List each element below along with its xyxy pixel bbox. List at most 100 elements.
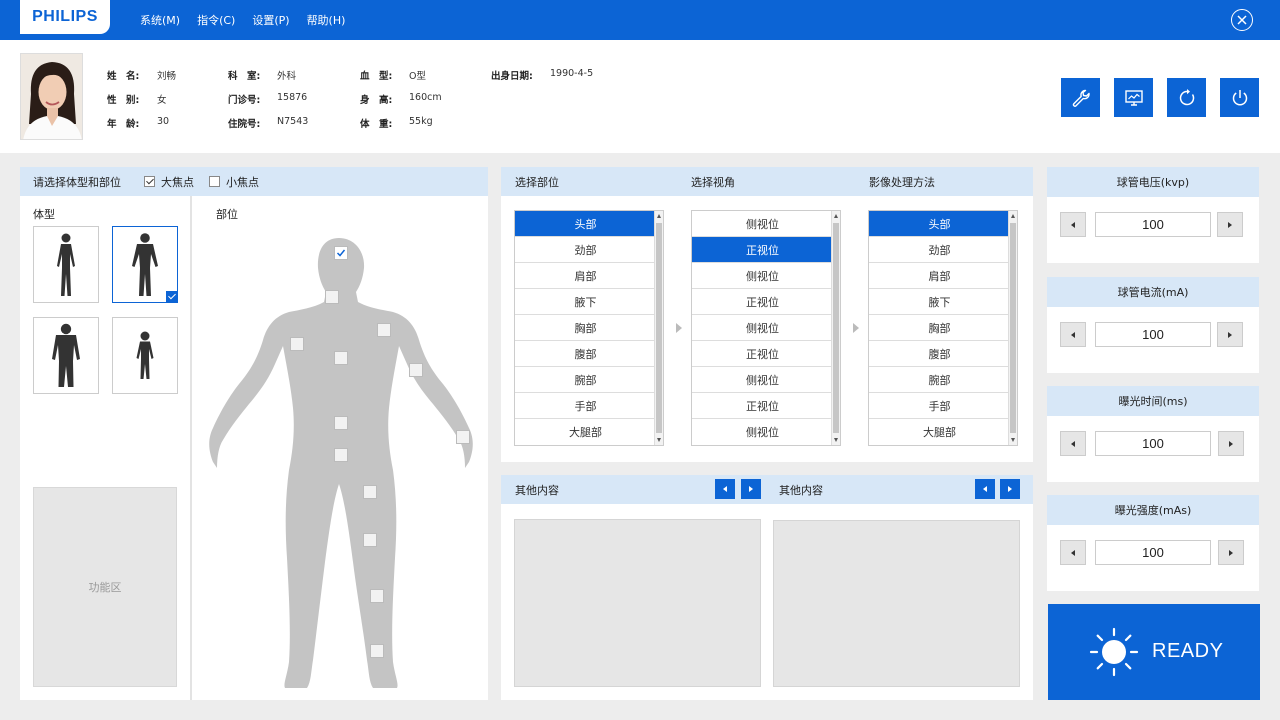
- body-type-child[interactable]: [112, 317, 178, 394]
- increase-button[interactable]: [1218, 431, 1244, 456]
- view-item[interactable]: 正视位: [692, 393, 833, 419]
- method-item[interactable]: 腹部: [869, 341, 1010, 367]
- body-panel-header: 请选择体型和部位 大焦点 小焦点: [20, 167, 488, 196]
- menu-bar: 系统(M) 指令(C) 设置(P) 帮助(H): [140, 0, 345, 40]
- marker-knee[interactable]: [363, 533, 377, 547]
- marker-shin[interactable]: [370, 589, 384, 603]
- ready-button[interactable]: READY: [1048, 604, 1260, 700]
- param-value-input[interactable]: 100: [1095, 540, 1211, 565]
- menu-command[interactable]: 指令(C): [197, 12, 235, 28]
- view-list-scrollbar[interactable]: [831, 211, 840, 445]
- decrease-button[interactable]: [1060, 431, 1086, 456]
- other-left-next-button[interactable]: [741, 479, 761, 499]
- part-item[interactable]: 腹部: [515, 341, 656, 367]
- monitor-button[interactable]: [1114, 78, 1153, 117]
- decrease-button[interactable]: [1060, 540, 1086, 565]
- arrow-right-icon: [1229, 440, 1233, 447]
- arrow-right-icon: [749, 486, 753, 492]
- param-value-input[interactable]: 100: [1095, 322, 1211, 347]
- other-right-next-button[interactable]: [1000, 479, 1020, 499]
- other-left-prev-button[interactable]: [715, 479, 735, 499]
- menu-help[interactable]: 帮助(H): [307, 12, 346, 28]
- marker-neck[interactable]: [325, 290, 339, 304]
- part-item[interactable]: 腋下: [515, 289, 656, 315]
- top-bar: PHILIPS 系统(M) 指令(C) 设置(P) 帮助(H): [0, 0, 1280, 40]
- increase-button[interactable]: [1217, 212, 1243, 237]
- other-content-left: [514, 519, 761, 687]
- method-item[interactable]: 肩部: [869, 263, 1010, 289]
- method-item[interactable]: 劲部: [869, 237, 1010, 263]
- marker-head[interactable]: [334, 246, 348, 260]
- check-icon: [336, 249, 346, 257]
- menu-settings[interactable]: 设置(P): [252, 12, 289, 28]
- decrease-button[interactable]: [1060, 212, 1086, 237]
- large-focus-label: 大焦点: [161, 175, 194, 189]
- part-item[interactable]: 肩部: [515, 263, 656, 289]
- method-item[interactable]: 手部: [869, 393, 1010, 419]
- marker-hand[interactable]: [456, 430, 470, 444]
- small-focus-checkbox[interactable]: [209, 176, 220, 187]
- marker-elbow[interactable]: [409, 363, 423, 377]
- large-focus-checkbox[interactable]: [144, 176, 155, 187]
- method-item[interactable]: 腕部: [869, 367, 1010, 393]
- body-type-label: 体型: [33, 208, 55, 221]
- part-list: 头部 劲部 肩部 腋下 胸部 腹部 腕部 手部 大腿部: [514, 210, 664, 446]
- part-item[interactable]: 头部: [515, 211, 656, 237]
- power-icon: [1232, 89, 1247, 106]
- method-item[interactable]: 头部: [869, 211, 1010, 237]
- marker-chest[interactable]: [334, 351, 348, 365]
- tools-button[interactable]: [1061, 78, 1100, 117]
- athletic-figure-icon: [132, 232, 158, 296]
- close-button[interactable]: [1231, 9, 1253, 31]
- marker-pelvis[interactable]: [334, 448, 348, 462]
- part-item[interactable]: 腕部: [515, 367, 656, 393]
- view-item[interactable]: 侧视位: [692, 263, 833, 289]
- power-button[interactable]: [1220, 78, 1259, 117]
- inpatient-label: 住院号:: [228, 119, 261, 130]
- param-value-input[interactable]: 100: [1095, 212, 1211, 237]
- marker-ankle[interactable]: [370, 644, 384, 658]
- view-item[interactable]: 侧视位: [692, 419, 833, 445]
- dob-value: 1990-4-5: [550, 68, 594, 79]
- weight-label: 体 重:: [360, 119, 393, 130]
- view-item[interactable]: 正视位: [692, 341, 833, 367]
- marker-shoulder[interactable]: [377, 323, 391, 337]
- part-item[interactable]: 手部: [515, 393, 656, 419]
- part-item[interactable]: 大腿部: [515, 419, 656, 445]
- wrench-icon: [1072, 89, 1090, 107]
- small-focus-label: 小焦点: [226, 175, 259, 189]
- marker-thigh[interactable]: [363, 485, 377, 499]
- part-item[interactable]: 胸部: [515, 315, 656, 341]
- increase-button[interactable]: [1218, 540, 1244, 565]
- body-type-heavy[interactable]: [33, 317, 99, 394]
- view-item[interactable]: 正视位: [692, 289, 833, 315]
- param-value-input[interactable]: 100: [1095, 431, 1211, 456]
- refresh-button[interactable]: [1167, 78, 1206, 117]
- increase-button[interactable]: [1217, 322, 1243, 347]
- part-item[interactable]: 劲部: [515, 237, 656, 263]
- part-list-scrollbar[interactable]: [654, 211, 663, 445]
- view-item[interactable]: 正视位: [692, 237, 833, 263]
- name-value: 刘畅: [157, 71, 177, 82]
- view-item[interactable]: 侧视位: [692, 315, 833, 341]
- view-item[interactable]: 侧视位: [692, 211, 833, 237]
- method-list-scrollbar[interactable]: [1008, 211, 1017, 445]
- decrease-button[interactable]: [1060, 322, 1086, 347]
- child-figure-icon: [136, 331, 154, 379]
- other-right-prev-button[interactable]: [975, 479, 995, 499]
- method-item[interactable]: 腋下: [869, 289, 1010, 315]
- marker-abdomen[interactable]: [334, 416, 348, 430]
- menu-system[interactable]: 系统(M): [140, 12, 180, 28]
- clinic-value: 15876: [277, 92, 308, 103]
- clinic-label: 门诊号:: [228, 95, 261, 106]
- param-tube-current: 球管电流(mA) 100: [1047, 277, 1259, 373]
- method-item[interactable]: 大腿部: [869, 419, 1010, 445]
- view-item[interactable]: 侧视位: [692, 367, 833, 393]
- body-type-slim[interactable]: [33, 226, 99, 303]
- method-item[interactable]: 胸部: [869, 315, 1010, 341]
- marker-armpit[interactable]: [290, 337, 304, 351]
- arrow-right-icon: [853, 323, 859, 333]
- body-map[interactable]: [205, 232, 477, 692]
- arrow-right-icon: [1228, 331, 1232, 338]
- body-type-athletic[interactable]: [112, 226, 178, 303]
